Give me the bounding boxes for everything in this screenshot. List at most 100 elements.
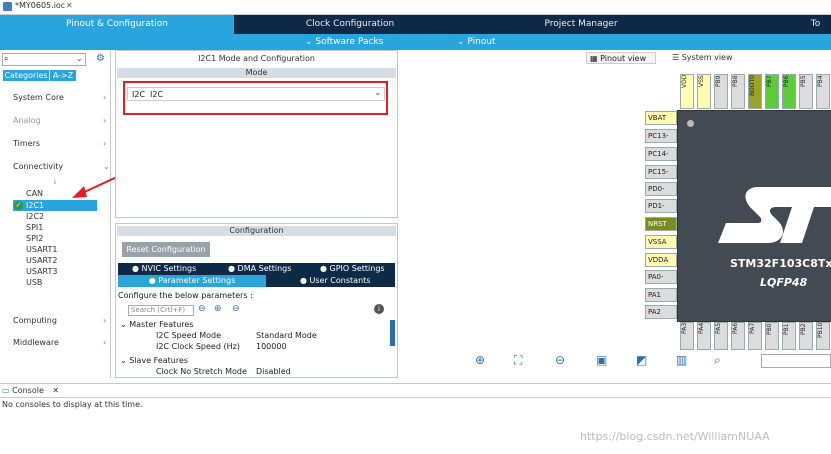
tab-nvic-settings[interactable]: ● NVIC Settings bbox=[132, 263, 196, 275]
search-field[interactable]: ⌕ ⌄ bbox=[2, 53, 86, 66]
pin-pb4[interactable]: PB4 bbox=[816, 74, 830, 109]
pin-boot0[interactable]: BOOT0 bbox=[748, 74, 762, 109]
pin-pa4[interactable]: PA4 bbox=[697, 322, 711, 350]
mode-header: Mode bbox=[117, 68, 396, 78]
sort-arrow-icon[interactable]: ⇂ bbox=[52, 178, 58, 186]
connectivity-item-usart2[interactable]: USART2 bbox=[26, 256, 58, 265]
tab-user-constants[interactable]: ● User Constants bbox=[300, 275, 370, 287]
pin-pc14[interactable]: PC14- bbox=[645, 147, 677, 161]
category-middleware[interactable]: Middleware › bbox=[13, 338, 106, 347]
st-logo-icon bbox=[718, 187, 831, 243]
previous-result-icon[interactable]: ⊖ bbox=[198, 304, 206, 314]
pin-nrst[interactable]: NRST bbox=[645, 217, 677, 231]
tab-categories[interactable]: Categories bbox=[3, 70, 49, 81]
connectivity-item-can[interactable]: CAN bbox=[26, 189, 43, 198]
connectivity-item-i2c2[interactable]: I2C2 bbox=[26, 212, 44, 221]
pin-pc15[interactable]: PC15- bbox=[645, 165, 677, 179]
pin-pa6[interactable]: PA6 bbox=[731, 322, 745, 350]
connectivity-item-spi1[interactable]: SPI1 bbox=[26, 223, 43, 232]
pin-pa3[interactable]: PA3 bbox=[680, 322, 694, 350]
category-label: Computing bbox=[13, 316, 57, 325]
pin-pd0[interactable]: PD0- bbox=[645, 182, 677, 196]
reset-configuration-button[interactable]: Reset Configuration bbox=[122, 242, 210, 257]
tab-label: Parameter Settings bbox=[158, 276, 236, 285]
param-value[interactable]: 100000 bbox=[256, 342, 287, 351]
category-computing[interactable]: Computing › bbox=[13, 316, 106, 325]
zoom-in-icon[interactable]: ⊕ bbox=[475, 353, 485, 367]
pin-pb2[interactable]: PB2 bbox=[799, 322, 813, 350]
category-connectivity[interactable]: Connectivity ⌄ bbox=[13, 162, 110, 171]
pin-vss[interactable]: VSS bbox=[697, 74, 711, 109]
param-value[interactable]: Standard Mode bbox=[256, 331, 317, 340]
param-name: Clock No Stretch Mode bbox=[156, 367, 247, 376]
pin-pa5[interactable]: PA5 bbox=[714, 322, 728, 350]
pin-search-input[interactable] bbox=[761, 354, 831, 368]
chevron-right-icon: › bbox=[103, 93, 107, 102]
grid-icon[interactable]: ▥ bbox=[676, 353, 687, 367]
pin-pc13[interactable]: PC13- bbox=[645, 129, 677, 143]
pin-pa1[interactable]: PA1 bbox=[645, 288, 677, 302]
pin-pa2[interactable]: PA2 bbox=[645, 305, 677, 319]
rotate-icon[interactable]: ◩ bbox=[636, 353, 647, 367]
info-icon[interactable]: i bbox=[374, 304, 384, 314]
pin-pb7[interactable]: PB7 bbox=[765, 74, 779, 109]
file-tab-title[interactable]: *MY0605.ioc bbox=[15, 1, 65, 10]
zoom-out-icon[interactable]: ⊖ bbox=[555, 353, 565, 367]
connectivity-item-usart1[interactable]: USART1 bbox=[26, 245, 58, 254]
chevron-down-icon[interactable]: ⌄ bbox=[76, 54, 83, 63]
pin-pb5[interactable]: PB5 bbox=[799, 74, 813, 109]
pin-vssa[interactable]: VSSA bbox=[645, 235, 677, 249]
tab-a-z[interactable]: A->Z bbox=[50, 70, 76, 81]
software-packs-menu[interactable]: ⌄ Software Packs bbox=[305, 34, 383, 50]
pin-pb1[interactable]: PB1 bbox=[782, 322, 796, 350]
pinout-menu[interactable]: ⌄ Pinout bbox=[457, 34, 496, 50]
pin-vbat[interactable]: VBAT bbox=[645, 111, 677, 125]
console-tab[interactable]: ▭ Console ✕ bbox=[2, 386, 59, 397]
pin-pb9[interactable]: PB9 bbox=[714, 74, 728, 109]
category-analog[interactable]: Analog › bbox=[13, 116, 106, 125]
search-next-icon[interactable]: ⊕ bbox=[214, 304, 222, 314]
main-tab-bar: Pinout & Configuration Clock Configurati… bbox=[0, 15, 831, 34]
pin-vdd[interactable]: VDD bbox=[680, 74, 694, 109]
category-system-core[interactable]: System Core › bbox=[13, 93, 106, 102]
tab-pinout-configuration[interactable]: Pinout & Configuration bbox=[0, 15, 234, 34]
connectivity-item-usb[interactable]: USB bbox=[26, 278, 42, 287]
system-view-button[interactable]: ☰ System view bbox=[672, 53, 733, 62]
i2c-mode-select[interactable]: I2C I2C ⌄ bbox=[127, 87, 385, 101]
category-timers[interactable]: Timers › bbox=[13, 139, 106, 148]
pin-pa0[interactable]: PA0- bbox=[645, 270, 677, 284]
pin-pb6[interactable]: PB6 bbox=[782, 74, 796, 109]
connectivity-item-usart3[interactable]: USART3 bbox=[26, 267, 58, 276]
pin-vdda[interactable]: VDDA bbox=[645, 253, 677, 267]
tab-tools[interactable]: To bbox=[800, 15, 831, 34]
close-tab-icon[interactable]: ✕ bbox=[66, 1, 73, 10]
fit-to-window-icon[interactable]: ⛶ bbox=[514, 353, 522, 368]
scrollbar-thumb[interactable] bbox=[390, 320, 395, 346]
category-label: Analog bbox=[13, 116, 41, 125]
next-result-icon[interactable]: ⊖ bbox=[232, 304, 240, 314]
section-slave-features[interactable]: ⌄ Slave Features bbox=[120, 356, 188, 365]
close-icon[interactable]: ✕ bbox=[52, 386, 59, 395]
pinout-view-button[interactable]: ▦ Pinout view bbox=[586, 52, 656, 64]
tab-clock-configuration[interactable]: Clock Configuration bbox=[234, 15, 466, 34]
tab-gpio-settings[interactable]: ● GPIO Settings bbox=[320, 263, 385, 275]
parameter-search-input[interactable]: Search (Crtl+F) bbox=[128, 305, 194, 316]
tab-project-manager[interactable]: Project Manager bbox=[466, 15, 696, 34]
gear-icon[interactable]: ⚙ bbox=[96, 53, 105, 64]
pin-pb8[interactable]: PB8 bbox=[731, 74, 745, 109]
connectivity-item-spi2[interactable]: SPI2 bbox=[26, 234, 43, 243]
pin-pb10[interactable]: PB10 bbox=[816, 322, 830, 350]
mcu-chip[interactable]: STM32F103C8Tx LQFP48 bbox=[677, 110, 831, 322]
param-value[interactable]: Disabled bbox=[256, 367, 291, 376]
section-master-features[interactable]: ⌄ Master Features bbox=[120, 320, 194, 329]
pin-pd1[interactable]: PD1- bbox=[645, 199, 677, 213]
chip-name: STM32F103C8Tx bbox=[730, 257, 831, 270]
export-icon[interactable]: ▣ bbox=[596, 353, 607, 367]
pin-pb0[interactable]: PB0 bbox=[765, 322, 779, 350]
search-icon[interactable]: ⌕ bbox=[714, 353, 721, 368]
pin-pa7[interactable]: PA7 bbox=[748, 322, 762, 350]
param-name: I2C Clock Speed (Hz) bbox=[156, 342, 240, 351]
chevron-down-icon: ⌄ bbox=[374, 88, 382, 98]
tab-parameter-settings[interactable]: ● Parameter Settings bbox=[118, 275, 266, 287]
tab-dma-settings[interactable]: ● DMA Settings bbox=[228, 263, 291, 275]
